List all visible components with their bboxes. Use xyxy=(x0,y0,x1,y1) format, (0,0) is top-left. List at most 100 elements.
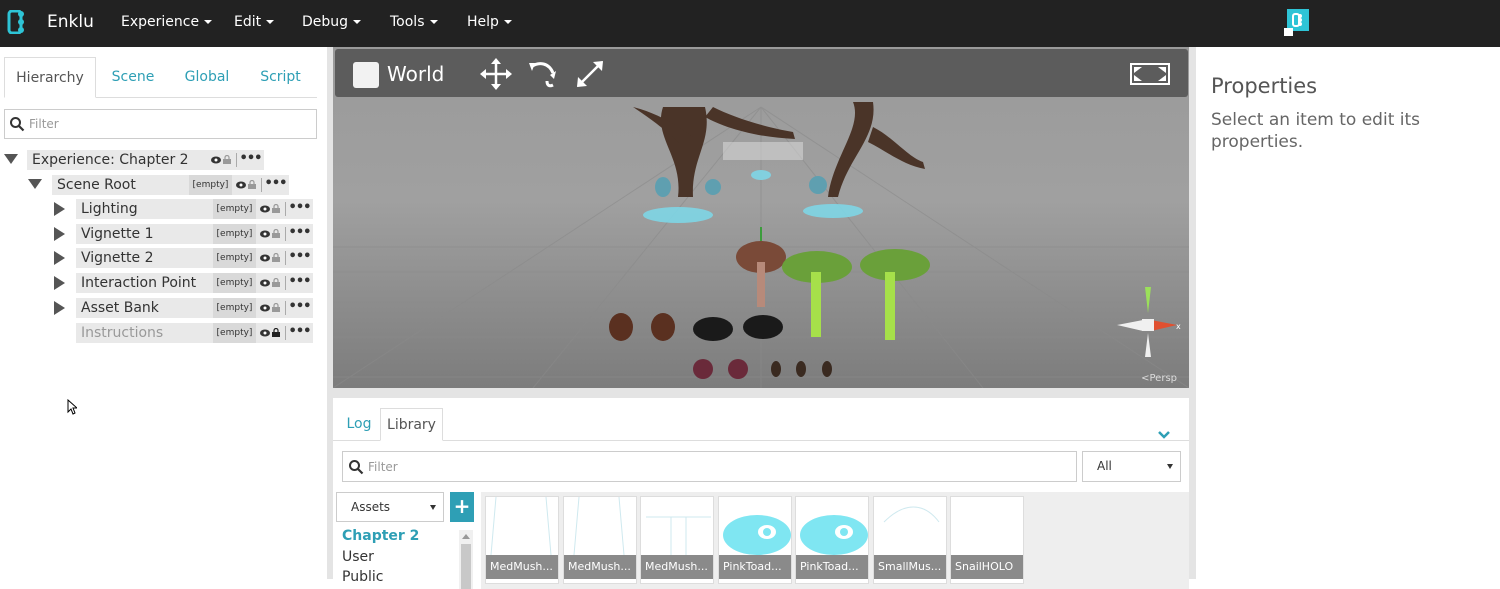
tree-node-label[interactable]: Instructions xyxy=(76,323,213,343)
library-filter[interactable] xyxy=(342,451,1077,482)
rotate-icon[interactable] xyxy=(525,57,559,91)
scale-icon[interactable] xyxy=(573,57,607,91)
eye-icon[interactable] xyxy=(236,181,246,189)
tab-global[interactable]: Global xyxy=(172,57,242,98)
menu-help[interactable]: Help xyxy=(467,14,512,30)
camera-mode-label[interactable]: <Persp xyxy=(1141,373,1177,384)
asset-source-value: Assets xyxy=(351,500,391,514)
lock-icon[interactable] xyxy=(272,253,280,262)
asset-name: MedMush... xyxy=(486,555,558,579)
lock-icon[interactable] xyxy=(272,278,280,287)
eye-icon[interactable] xyxy=(260,304,270,312)
lock-icon[interactable] xyxy=(223,155,231,164)
world-space-checkbox[interactable] xyxy=(353,62,379,88)
hierarchy-filter[interactable] xyxy=(4,109,317,139)
asset-card[interactable]: MedMush... xyxy=(485,496,559,584)
hierarchy-filter-input[interactable] xyxy=(29,114,309,134)
scroll-up-icon[interactable] xyxy=(462,534,470,539)
tab-hierarchy[interactable]: Hierarchy xyxy=(4,57,96,98)
library-filter-input[interactable] xyxy=(368,457,1058,477)
tree-node-label[interactable]: Lighting xyxy=(76,199,213,219)
lock-icon[interactable] xyxy=(272,204,280,213)
tree-node-scene-root[interactable]: Scene Root [empty] ••• xyxy=(0,175,290,195)
tree-node-label[interactable]: Experience: Chapter 2 xyxy=(27,150,207,170)
collapse-arrow-icon[interactable] xyxy=(28,179,42,189)
eye-icon[interactable] xyxy=(211,156,221,164)
properties-title: Properties xyxy=(1211,74,1318,98)
asset-card[interactable]: MedMush... xyxy=(640,496,714,584)
eye-icon[interactable] xyxy=(260,205,270,213)
more-options-button[interactable]: ••• xyxy=(237,150,264,170)
more-options-button[interactable]: ••• xyxy=(286,199,313,219)
asset-card[interactable]: MedMush... xyxy=(563,496,637,584)
tab-scene[interactable]: Scene xyxy=(100,57,166,98)
tree-node-vignette-1[interactable]: Vignette 1 [empty] ••• xyxy=(0,224,314,244)
user-avatar-icon[interactable] xyxy=(1284,8,1310,36)
world-space-label[interactable]: World xyxy=(387,62,444,86)
more-options-button[interactable]: ••• xyxy=(286,298,313,318)
more-options-button[interactable]: ••• xyxy=(286,248,313,268)
menu-tools[interactable]: Tools xyxy=(390,14,438,30)
menu-debug[interactable]: Debug xyxy=(302,14,362,30)
asset-card[interactable]: PinkToad... xyxy=(718,496,792,584)
category-scrollbar[interactable] xyxy=(459,530,473,589)
menu-bar: Enklu Experience Edit Debug Tools Help xyxy=(0,0,1500,47)
more-options-button[interactable]: ••• xyxy=(286,273,313,293)
asset-card[interactable]: PinkToad... xyxy=(795,496,869,584)
tree-node-label[interactable]: Asset Bank xyxy=(76,298,213,318)
tree-node-label[interactable]: Interaction Point xyxy=(76,273,213,293)
eye-icon[interactable] xyxy=(260,329,270,337)
tab-library[interactable]: Library xyxy=(380,408,443,441)
properties-hint: Select an item to edit its properties. xyxy=(1211,110,1421,152)
fullscreen-icon[interactable] xyxy=(1130,63,1170,85)
eye-icon[interactable] xyxy=(260,254,270,262)
menu-edit[interactable]: Edit xyxy=(234,14,275,30)
asset-card[interactable]: SnailHOLO xyxy=(950,496,1024,584)
more-options-button[interactable]: ••• xyxy=(286,323,313,343)
menu-experience[interactable]: Experience xyxy=(121,14,213,30)
tree-node-interaction-point[interactable]: Interaction Point [empty] ••• xyxy=(0,273,314,293)
tree-node-label[interactable]: Vignette 2 xyxy=(76,248,213,268)
enklu-logo-icon[interactable] xyxy=(7,10,29,34)
tree-node-label[interactable]: Scene Root xyxy=(52,175,189,195)
lock-icon[interactable] xyxy=(272,328,280,337)
category-chapter-2[interactable]: Chapter 2 xyxy=(342,528,419,544)
scene-render[interactable] xyxy=(333,47,1189,388)
asset-source-select[interactable]: Assets xyxy=(336,492,444,522)
tree-node-experience[interactable]: Experience: Chapter 2 ••• xyxy=(0,150,265,170)
category-user[interactable]: User xyxy=(342,549,374,565)
scroll-thumb[interactable] xyxy=(461,544,471,589)
empty-badge: [empty] xyxy=(189,175,232,195)
tree-node-vignette-2[interactable]: Vignette 2 [empty] ••• xyxy=(0,248,314,268)
more-options-button[interactable]: ••• xyxy=(286,224,313,244)
tree-node-instructions[interactable]: Instructions [empty] ••• xyxy=(0,323,314,343)
tab-log[interactable]: Log xyxy=(338,408,380,441)
lock-icon[interactable] xyxy=(248,180,256,189)
eye-icon[interactable] xyxy=(260,230,270,238)
expand-arrow-icon[interactable] xyxy=(54,301,65,315)
add-asset-button[interactable]: + xyxy=(450,492,474,522)
asset-card[interactable]: SmallMus... xyxy=(873,496,947,584)
eye-icon[interactable] xyxy=(260,279,270,287)
tree-node-controls xyxy=(256,248,286,268)
expand-arrow-icon[interactable] xyxy=(54,251,65,265)
lock-icon[interactable] xyxy=(272,303,280,312)
tree-node-label[interactable]: Vignette 1 xyxy=(76,224,213,244)
orientation-gizmo-icon[interactable]: x xyxy=(1113,285,1183,360)
more-options-button[interactable]: ••• xyxy=(262,175,289,195)
tree-node-asset-bank[interactable]: Asset Bank [empty] ••• xyxy=(0,298,314,318)
panel-splitter-right[interactable] xyxy=(1189,47,1196,579)
category-public[interactable]: Public xyxy=(342,569,383,585)
tree-node-lighting[interactable]: Lighting [empty] ••• xyxy=(0,199,314,219)
expand-arrow-icon[interactable] xyxy=(54,227,65,241)
move-icon[interactable] xyxy=(479,57,513,91)
scene-viewport[interactable]: World x <Persp xyxy=(333,47,1189,388)
tab-script[interactable]: Script xyxy=(248,57,313,98)
lock-icon[interactable] xyxy=(272,229,280,238)
chevron-down-icon[interactable] xyxy=(1157,430,1171,440)
asset-type-select[interactable]: All xyxy=(1082,451,1181,482)
app-brand[interactable]: Enklu xyxy=(47,12,94,32)
expand-arrow-icon[interactable] xyxy=(54,276,65,290)
collapse-arrow-icon[interactable] xyxy=(4,154,18,164)
expand-arrow-icon[interactable] xyxy=(54,202,65,216)
